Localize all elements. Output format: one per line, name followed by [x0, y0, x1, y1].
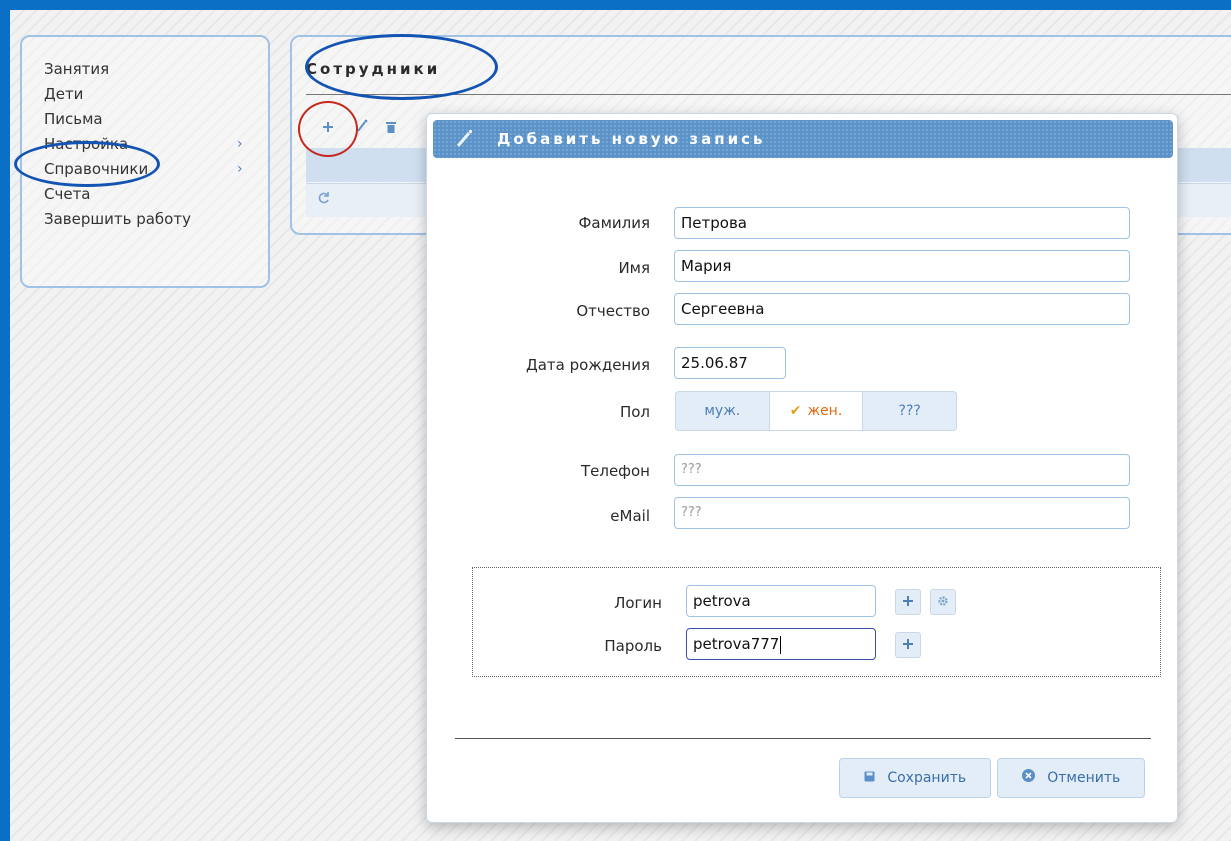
- phone-field[interactable]: ???: [674, 454, 1130, 486]
- email-label: eMail: [610, 507, 650, 525]
- menu-item-letters[interactable]: Письма: [22, 107, 268, 132]
- plus-icon: [323, 122, 333, 132]
- gender-label: Пол: [619, 403, 650, 421]
- menu-item-lessons[interactable]: Занятия: [22, 57, 268, 82]
- text-caret: [780, 635, 782, 654]
- save-icon: [864, 770, 879, 786]
- close-circle-icon: [1021, 769, 1039, 786]
- birth-date-field[interactable]: 25.06.87: [674, 347, 786, 379]
- cancel-button[interactable]: Отменить: [997, 758, 1145, 798]
- patronymic-label: Отчество: [576, 302, 650, 320]
- save-button[interactable]: Сохранить: [839, 758, 991, 798]
- menu-item-label: Дети: [44, 85, 84, 103]
- credentials-box: [472, 567, 1161, 677]
- chevron-right-icon: ›: [237, 161, 243, 177]
- menu-item-label: Занятия: [44, 60, 110, 78]
- last-name-label: Фамилия: [578, 214, 650, 232]
- first-name-label: Имя: [618, 259, 650, 277]
- password-label: Пароль: [604, 637, 662, 655]
- refresh-button[interactable]: [318, 191, 330, 209]
- cancel-button-label: Отменить: [1047, 770, 1121, 786]
- plus-icon: [903, 596, 913, 606]
- menu-item-children[interactable]: Дети: [22, 82, 268, 107]
- menu-item-label: Настройка: [44, 135, 129, 153]
- pencil-icon: [455, 120, 473, 172]
- plus-icon: [903, 639, 913, 649]
- chevron-right-icon: ›: [237, 136, 243, 152]
- dialog-header: Добавить новую запись: [433, 120, 1173, 158]
- phone-label: Телефон: [580, 462, 650, 480]
- pencil-icon: [357, 119, 368, 132]
- gender-option-unknown[interactable]: ???: [863, 392, 956, 430]
- menu-item-label: Письма: [44, 110, 103, 128]
- birth-date-label: Дата рождения: [526, 356, 650, 374]
- side-menu: Занятия Дети Письма Настройка › Справочни…: [20, 35, 270, 288]
- password-value: petrova777: [693, 635, 780, 653]
- title-divider: [306, 94, 1231, 95]
- footer-divider: [455, 738, 1151, 739]
- menu-item-label: Счета: [44, 185, 91, 203]
- gender-option-male[interactable]: муж.: [676, 392, 769, 430]
- add-record-button[interactable]: [321, 119, 335, 138]
- pencil-icon: [456, 129, 473, 147]
- menu-item-exit[interactable]: Завершить работу: [22, 207, 268, 232]
- email-field[interactable]: ???: [674, 497, 1130, 529]
- menu-item-invoices[interactable]: Счета: [22, 182, 268, 207]
- generate-password-button[interactable]: [895, 632, 921, 658]
- first-name-field[interactable]: Мария: [674, 250, 1130, 282]
- save-button-label: Сохранить: [887, 770, 967, 786]
- generate-login-button[interactable]: [895, 589, 921, 615]
- gender-option-female[interactable]: ✔ жен.: [768, 392, 864, 430]
- delete-record-button[interactable]: [385, 119, 397, 138]
- close-circle-icon: [1021, 769, 1035, 782]
- gender-segmented-control: муж. ✔ жен. ???: [675, 391, 957, 431]
- trash-icon: [386, 122, 396, 133]
- login-settings-button[interactable]: [930, 589, 956, 615]
- gear-icon: [938, 596, 948, 606]
- save-icon: [864, 771, 875, 782]
- menu-item-label: Завершить работу: [44, 210, 191, 228]
- menu-item-references[interactable]: Справочники ›: [22, 157, 268, 182]
- checkmark-icon: ✔: [789, 403, 802, 419]
- gender-option-female-label: жен.: [807, 403, 843, 419]
- menu-item-label: Справочники: [44, 160, 149, 178]
- page-title: Сотрудники: [306, 60, 441, 78]
- login-label: Логин: [614, 594, 662, 612]
- login-field[interactable]: petrova: [686, 585, 876, 617]
- edit-record-button[interactable]: [356, 118, 368, 137]
- last-name-field[interactable]: Петрова: [674, 207, 1130, 239]
- menu-item-settings[interactable]: Настройка ›: [22, 132, 268, 157]
- refresh-icon: [318, 192, 329, 204]
- dialog-title: Добавить новую запись: [497, 130, 766, 148]
- password-field[interactable]: petrova777: [686, 628, 876, 660]
- patronymic-field[interactable]: Сергеевна: [674, 293, 1130, 325]
